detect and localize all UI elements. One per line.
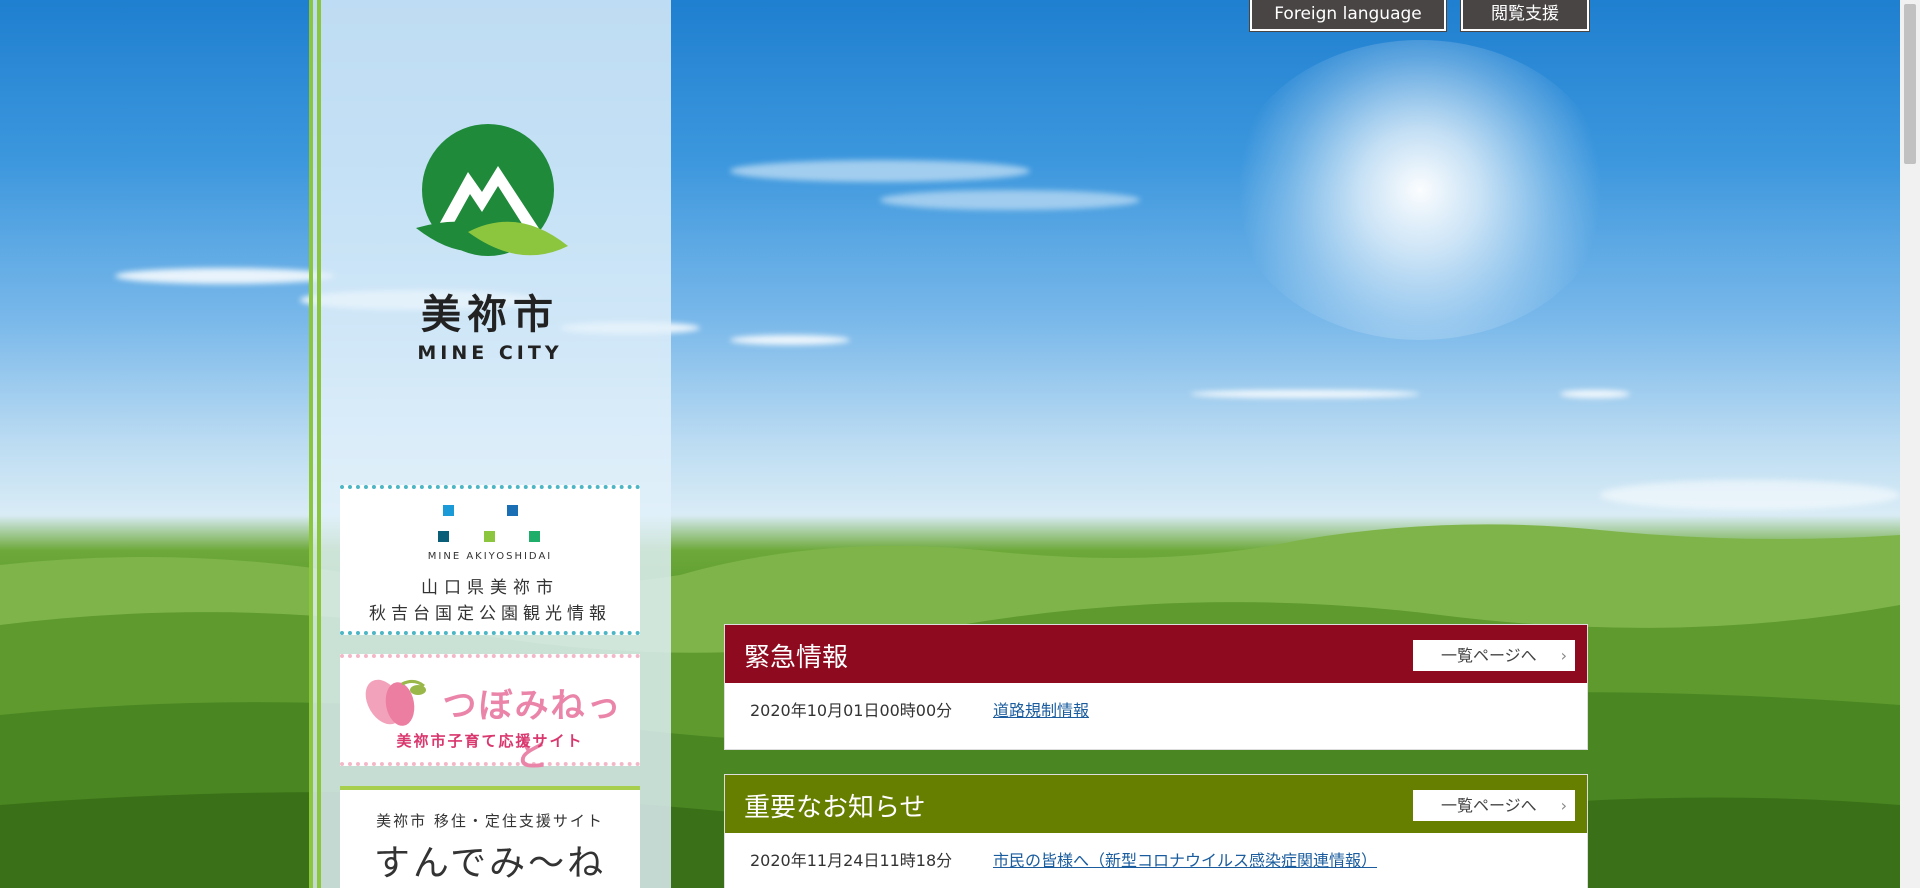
foreign-language-button[interactable]: Foreign language — [1249, 0, 1447, 32]
view-list-label: 一覧ページへ — [1441, 646, 1537, 665]
scrollbar-thumb[interactable] — [1904, 4, 1916, 164]
flower-bud-icon — [365, 679, 426, 726]
sun-glow — [1230, 40, 1610, 340]
logo-square — [529, 531, 540, 542]
view-list-button[interactable]: 一覧ページへ › — [1413, 790, 1575, 821]
view-list-button[interactable]: 一覧ページへ › — [1413, 640, 1575, 671]
tsubomi-net-banner[interactable]: つぼみねっと 美祢市子育て応援サイト — [340, 654, 640, 775]
sidebar-stripe — [317, 0, 321, 888]
sidebar-stripe — [309, 0, 313, 888]
mountain-leaf-logo-icon — [416, 124, 568, 256]
logo-square — [507, 505, 518, 516]
banner-line: 美祢市 移住・定住支援サイト — [376, 812, 604, 830]
banner-line: 秋吉台国定公園観光情報 — [369, 604, 611, 624]
reading-support-button[interactable]: 閲覧支援 — [1460, 0, 1590, 32]
view-list-label: 一覧ページへ — [1441, 796, 1537, 815]
city-name-jp: 美祢市 — [421, 291, 559, 338]
news-item: 2020年10月01日00時00分 道路規制情報 — [725, 683, 1587, 731]
cloud — [115, 268, 335, 284]
logo-square — [438, 531, 449, 542]
news-item: 2020年11月24日11時18分 市民の皆様へ（新型コロナウイルス感染症関連情… — [725, 833, 1587, 881]
news-link[interactable]: 道路規制情報 — [993, 697, 1089, 721]
news-date: 2020年10月01日00時00分 — [750, 701, 953, 720]
banner-title: つぼみねっと — [442, 686, 623, 775]
news-date: 2020年11月24日11時18分 — [750, 851, 953, 870]
banner-line: 山口県美祢市 — [421, 578, 559, 598]
cloud — [730, 160, 1030, 182]
cloud — [730, 335, 850, 345]
cloud — [1560, 390, 1630, 398]
logo-square — [484, 531, 495, 542]
banner-subtitle: 美祢市子育て応援サイト — [396, 732, 584, 750]
emergency-info-panel: 緊急情報 一覧ページへ › 2020年10月01日00時00分 道路規制情報 — [724, 624, 1588, 750]
logo-square — [443, 505, 454, 516]
city-name-en: MINE CITY — [417, 342, 563, 364]
banner-tag: MINE AKIYOSHIDAI — [427, 551, 553, 562]
city-logo[interactable]: 美祢市 MINE CITY — [405, 120, 575, 364]
cloud — [880, 190, 1140, 210]
panel-title: 重要なお知らせ — [744, 793, 926, 823]
important-notice-panel: 重要なお知らせ 一覧ページへ › 2020年11月24日11時18分 市民の皆様… — [724, 774, 1588, 888]
sundemine-banner[interactable]: 美祢市 移住・定住支援サイト すんでみ〜ね — [340, 786, 640, 888]
sidebar: 美祢市 MINE CITY MINE AKIYOSHIDAI 山口県美祢市 秋吉… — [309, 0, 671, 888]
news-link[interactable]: 市民の皆様へ（新型コロナウイルス感染症関連情報） — [993, 847, 1377, 871]
chevron-right-icon: › — [1560, 796, 1567, 815]
panel-title: 緊急情報 — [744, 643, 849, 673]
akiyoshidai-banner[interactable]: MINE AKIYOSHIDAI 山口県美祢市 秋吉台国定公園観光情報 — [340, 485, 640, 635]
banner-title: すんでみ〜ね — [373, 843, 607, 884]
cloud — [1190, 390, 1420, 398]
page: 美祢市 MINE CITY MINE AKIYOSHIDAI 山口県美祢市 秋吉… — [0, 0, 1920, 888]
panel-header: 緊急情報 一覧ページへ › — [725, 625, 1587, 683]
panel-header: 重要なお知らせ 一覧ページへ › — [725, 775, 1587, 833]
chevron-right-icon: › — [1560, 646, 1567, 665]
page-scrollbar[interactable] — [1900, 0, 1920, 888]
